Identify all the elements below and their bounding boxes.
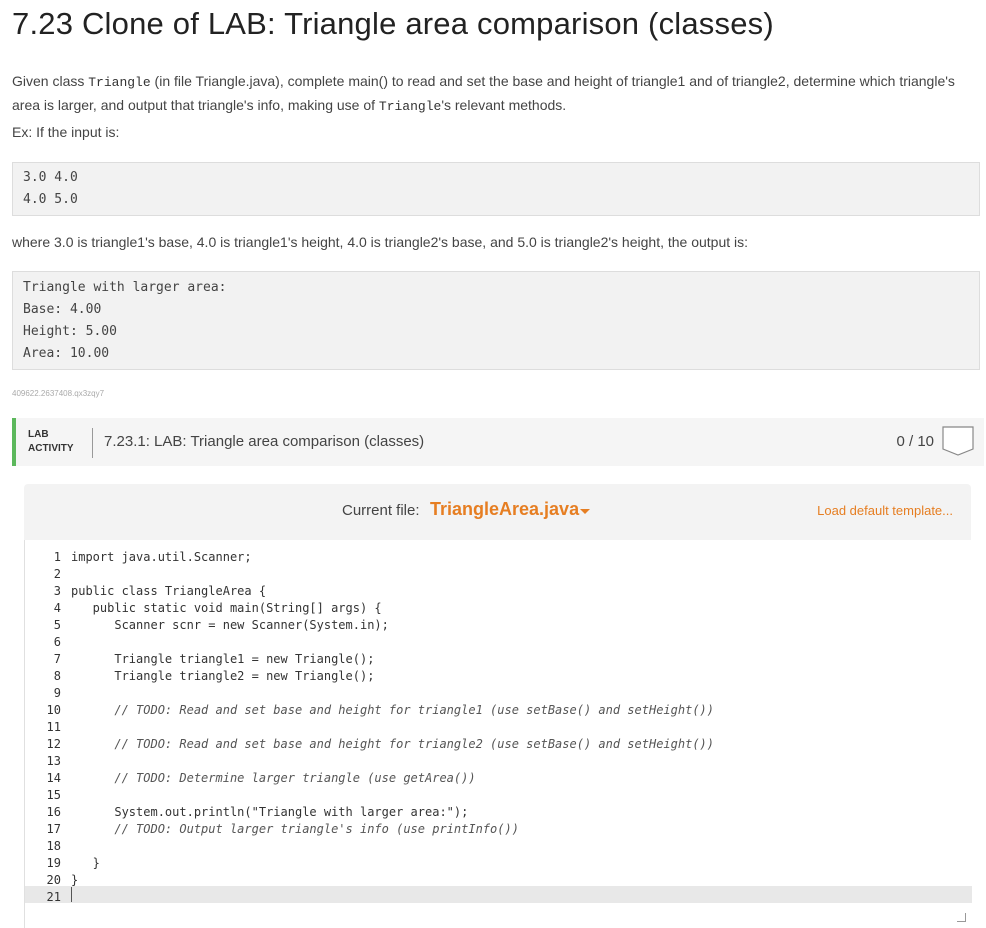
code-line: } [71,856,100,870]
example-output-block: Triangle with larger area: Base: 4.00 He… [12,271,980,370]
output-line: Triangle with larger area: [23,280,227,295]
line-number: 3 [53,584,61,598]
desc-code-2: Triangle [378,99,442,114]
code-content[interactable]: import java.util.Scanner; public class Tr… [71,549,961,906]
desc-text-1: Given class [12,73,89,89]
line-number: 20 [46,873,61,887]
code-line: System.out.println("Triangle with larger… [71,805,469,819]
line-number: 10 [46,703,61,717]
line-number: 18 [46,839,61,853]
code-line: Scanner scnr = new Scanner(System.in); [71,618,389,632]
line-number: 1 [53,550,61,564]
desc-text-3: 's relevant methods. [441,97,567,113]
load-default-template-link[interactable]: Load default template... [817,503,953,518]
code-line: public static void main(String[] args) { [71,601,382,615]
problem-id: 409622.2637408.qx3zqy7 [12,389,105,398]
line-number-gutter: 1 2 3 4 5 6 7 8 9 10 11 12 13 14 15 16 17 18 19 20 21 [25,549,65,906]
code-line: // TODO: Read and set base and height fo… [71,737,714,751]
line-number: 8 [53,669,61,683]
output-line: Area: 10.00 [23,346,110,361]
code-line: // TODO: Read and set base and height fo… [71,703,714,717]
chevron-down-icon[interactable] [580,509,590,514]
desc-code-1: Triangle [88,75,151,90]
line-number: 11 [46,720,61,734]
line-number: 19 [46,856,61,870]
code-line: Triangle triangle1 = new Triangle(); [71,652,375,666]
line-number: 21 [46,890,61,904]
line-number: 4 [53,601,61,615]
lab-activity-header: LAB ACTIVITY 7.23.1: LAB: Triangle area … [12,418,984,466]
code-line: } [71,873,79,887]
line-number: 14 [46,771,61,785]
input-line: 3.0 4.0 [23,170,78,185]
lab-activity-tag: LAB ACTIVITY [28,428,74,456]
line-number: 15 [46,788,61,802]
lab-tag-line2: ACTIVITY [28,443,74,454]
line-number: 9 [53,686,61,700]
lab-score: 0 / 10 [896,433,934,450]
file-bar: Current file: TriangleArea.java Load def… [24,484,971,540]
line-number: 7 [53,652,61,666]
example-input-block: 3.0 4.0 4.0 5.0 [12,162,980,216]
code-editor: Current file: TriangleArea.java Load def… [24,484,972,928]
code-line: import java.util.Scanner; [71,550,252,564]
output-line: Height: 5.00 [23,324,117,339]
current-file-label: Current file: [342,502,420,519]
completion-badge-icon [942,426,974,456]
code-line: // TODO: Determine larger triangle (use … [71,771,476,785]
page-title: 7.23 Clone of LAB: Triangle area compari… [12,6,774,41]
code-line: // TODO: Output larger triangle's info (… [71,822,519,836]
line-number: 5 [53,618,61,632]
line-number: 6 [53,635,61,649]
line-number: 16 [46,805,61,819]
where-text: where 3.0 is triangle1's base, 4.0 is tr… [12,234,749,250]
line-number: 2 [53,567,61,581]
code-line: public class TriangleArea { [71,584,267,598]
output-line: Base: 4.00 [23,302,102,317]
code-text-area[interactable]: 1 2 3 4 5 6 7 8 9 10 11 12 13 14 15 16 17 18 19 20 21 import… [24,540,972,928]
input-line: 4.0 5.0 [23,192,78,207]
line-number: 17 [46,822,61,836]
line-number: 13 [46,754,61,768]
lab-title: 7.23.1: LAB: Triangle area comparison (c… [104,433,425,450]
lab-divider [92,428,93,458]
text-cursor [71,887,72,902]
resize-handle-icon[interactable] [957,913,966,922]
example-label: Ex: If the input is: [12,124,120,140]
file-selector-dropdown[interactable]: TriangleArea.java [430,499,579,520]
code-line: Triangle triangle2 = new Triangle(); [71,669,375,683]
line-number: 12 [46,737,61,751]
problem-description: Given class Triangle (in file Triangle.j… [12,70,972,118]
lab-tag-line1: LAB [28,429,49,440]
